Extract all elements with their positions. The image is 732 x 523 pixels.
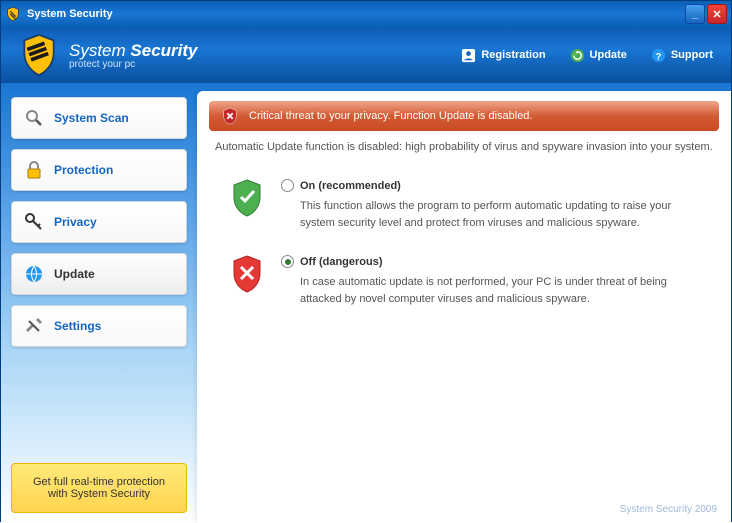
- option-on-label: On (recommended): [300, 180, 401, 192]
- alert-bar: Critical threat to your privacy. Functio…: [209, 101, 719, 131]
- magnifier-icon: [24, 108, 44, 128]
- app-shield-icon: [5, 6, 21, 22]
- option-off-desc: In case automatic update is not performe…: [281, 274, 701, 307]
- radio-off[interactable]: [281, 255, 294, 268]
- registration-link[interactable]: Registration: [461, 48, 545, 63]
- shield-on-icon: [231, 179, 263, 217]
- alert-description: Automatic Update function is disabled: h…: [197, 131, 731, 163]
- update-link[interactable]: Update: [570, 48, 627, 63]
- support-icon: ?: [651, 48, 666, 63]
- body-area: System Scan Protection Privacy Update Se…: [1, 83, 731, 523]
- option-on-desc: This function allows the program to perf…: [281, 198, 701, 231]
- minimize-button[interactable]: _: [685, 4, 705, 24]
- sidebar-item-scan[interactable]: System Scan: [11, 97, 187, 139]
- registration-icon: [461, 48, 476, 63]
- shield-off-icon: [231, 255, 263, 293]
- option-off-label: Off (dangerous): [300, 256, 383, 268]
- close-button[interactable]: ✕: [707, 4, 727, 24]
- support-link[interactable]: ? Support: [651, 48, 713, 63]
- option-off-block: Off (dangerous) In case automatic update…: [197, 239, 731, 315]
- logo-shield-icon: [19, 33, 59, 77]
- logo-text-a: System: [69, 41, 130, 60]
- update-icon: [570, 48, 585, 63]
- sidebar: System Scan Protection Privacy Update Se…: [1, 83, 197, 523]
- app-window: System Security _ ✕ System Security prot…: [0, 0, 732, 522]
- footer-text: System Security 2009: [620, 504, 717, 515]
- sidebar-item-privacy[interactable]: Privacy: [11, 201, 187, 243]
- sidebar-item-protection[interactable]: Protection: [11, 149, 187, 191]
- sidebar-item-settings[interactable]: Settings: [11, 305, 187, 347]
- title-bar: System Security _ ✕: [1, 1, 731, 27]
- globe-icon: [24, 264, 44, 284]
- key-icon: [24, 212, 44, 232]
- logo-area: System Security protect your pc: [19, 33, 461, 77]
- window-title: System Security: [27, 8, 685, 20]
- tools-icon: [24, 316, 44, 336]
- alert-text: Critical threat to your privacy. Functio…: [249, 110, 532, 122]
- radio-on[interactable]: [281, 179, 294, 192]
- app-header: System Security protect your pc Registra…: [1, 27, 731, 83]
- svg-text:?: ?: [655, 51, 661, 61]
- sidebar-item-update[interactable]: Update: [11, 253, 187, 295]
- option-on-block: On (recommended) This function allows th…: [197, 163, 731, 239]
- lock-icon: [24, 160, 44, 180]
- promo-button[interactable]: Get full real-time protection with Syste…: [11, 463, 187, 513]
- alert-shield-icon: [221, 107, 239, 125]
- logo-text-b: Security: [130, 41, 197, 60]
- content-panel: Critical threat to your privacy. Functio…: [197, 91, 731, 523]
